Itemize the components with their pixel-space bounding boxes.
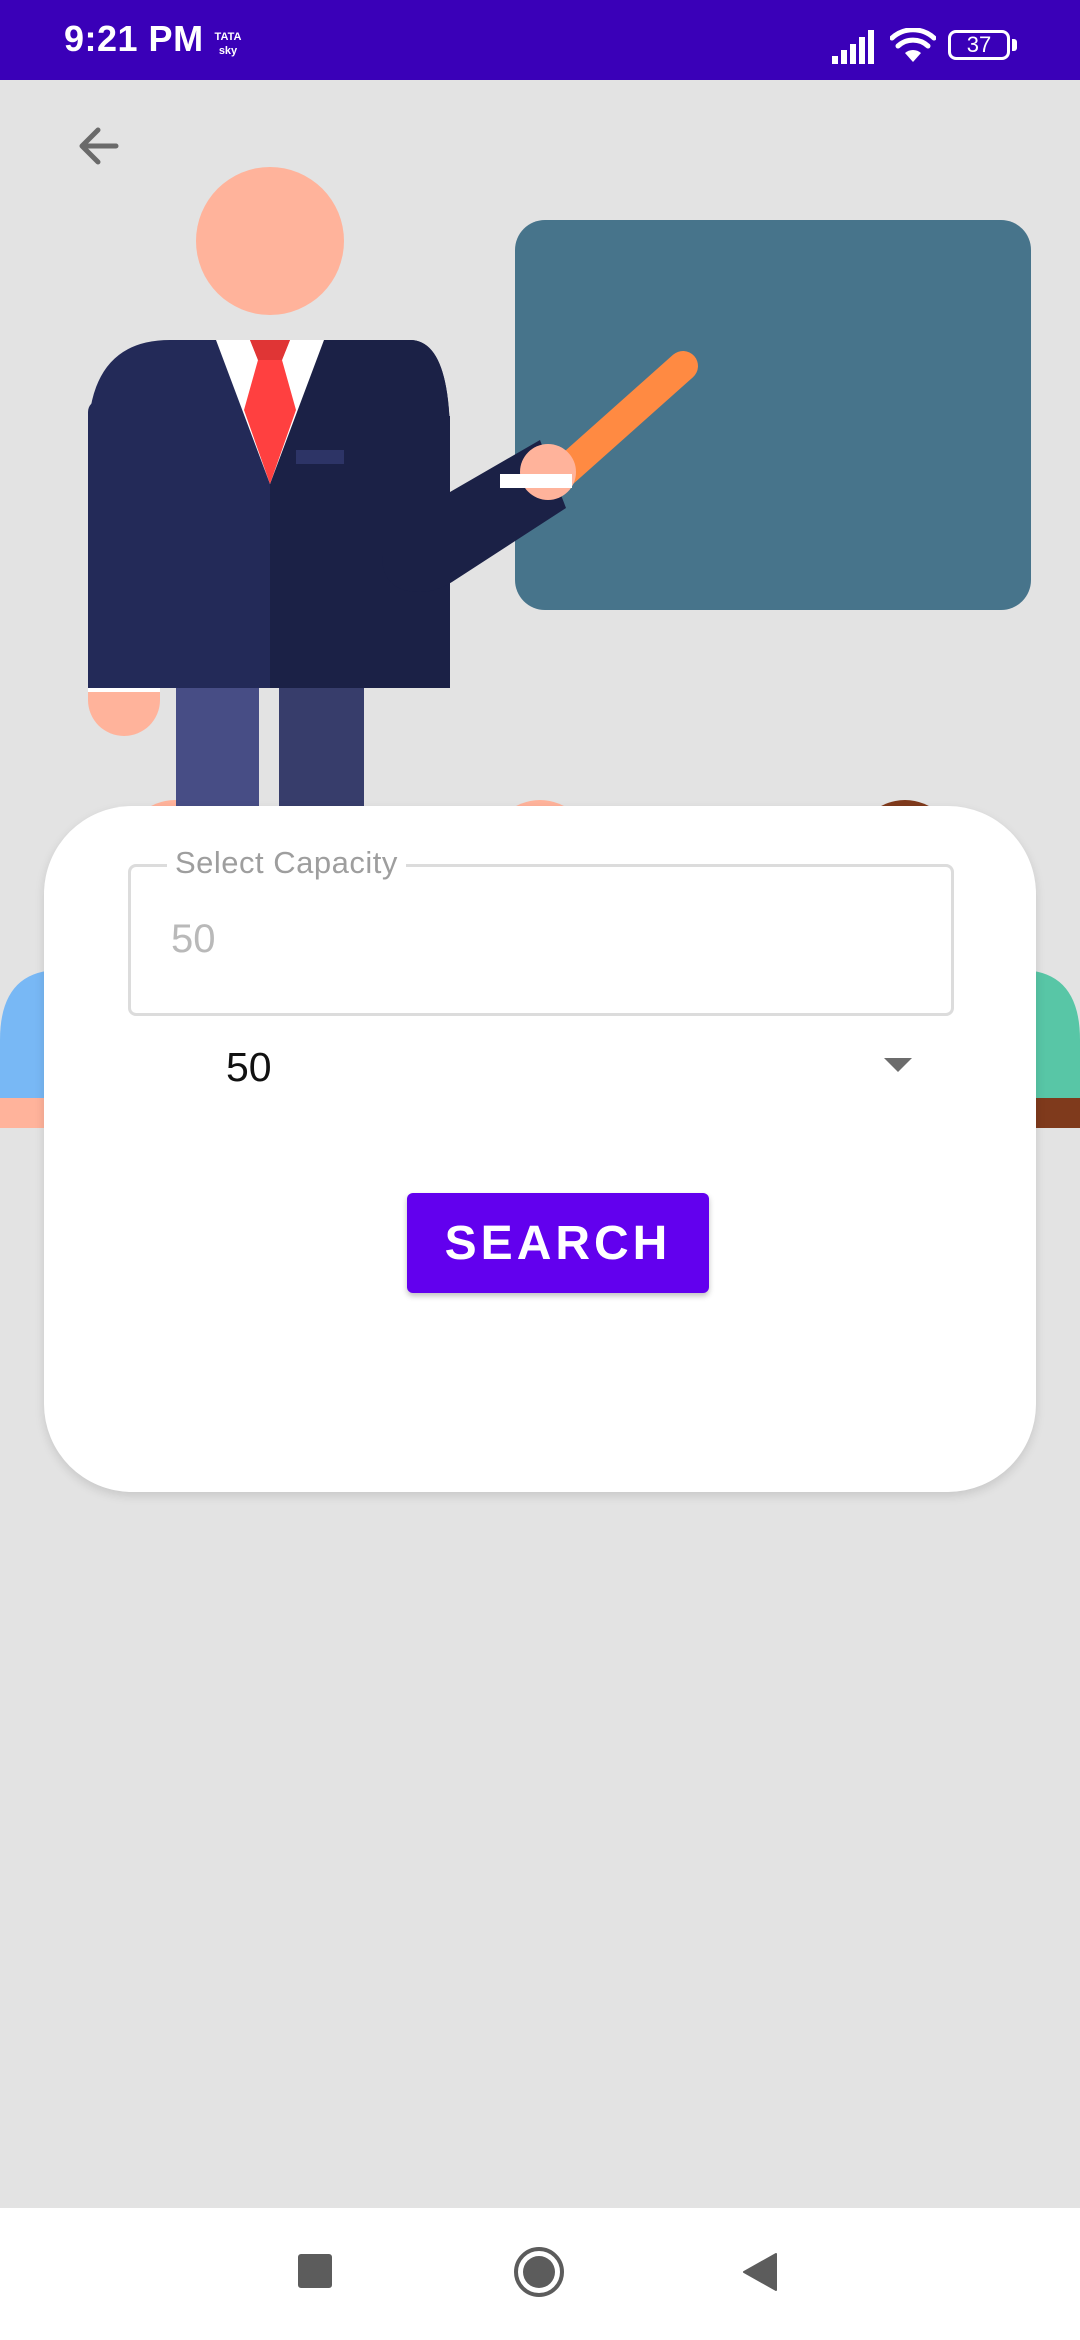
arrow-back-icon (79, 127, 119, 165)
wifi-icon (890, 28, 936, 62)
capacity-label: Select Capacity (167, 845, 406, 881)
battery-cap (1012, 39, 1017, 51)
cellular-signal-icon (832, 30, 874, 64)
back-triangle-icon[interactable] (742, 2252, 778, 2292)
search-card: Select Capacity 50 SEARCH (44, 806, 1036, 1492)
battery-level: 37 (966, 32, 992, 57)
status-bar: 9:21 PM TATA sky 37 (0, 0, 1080, 80)
status-time: 9:21 PM (64, 18, 204, 59)
back-button[interactable] (62, 110, 134, 182)
dropdown-selected-value: 50 (226, 1044, 272, 1090)
navigation-bar (0, 2208, 1080, 2340)
carrier-logo-line2: sky (218, 45, 238, 57)
home-circle-icon[interactable] (513, 2246, 565, 2298)
carrier-logo: TATA sky (212, 30, 244, 64)
search-button[interactable]: SEARCH (407, 1193, 709, 1293)
battery-icon: 37 (948, 30, 1010, 60)
recents-square-icon[interactable] (298, 2254, 332, 2288)
arrow-drop-down-icon (884, 1058, 912, 1072)
capacity-dropdown[interactable]: 50 (128, 1028, 954, 1104)
capacity-field[interactable]: Select Capacity (128, 845, 954, 1016)
carrier-logo-line1: TATA (214, 31, 242, 43)
capacity-input[interactable] (171, 917, 891, 962)
